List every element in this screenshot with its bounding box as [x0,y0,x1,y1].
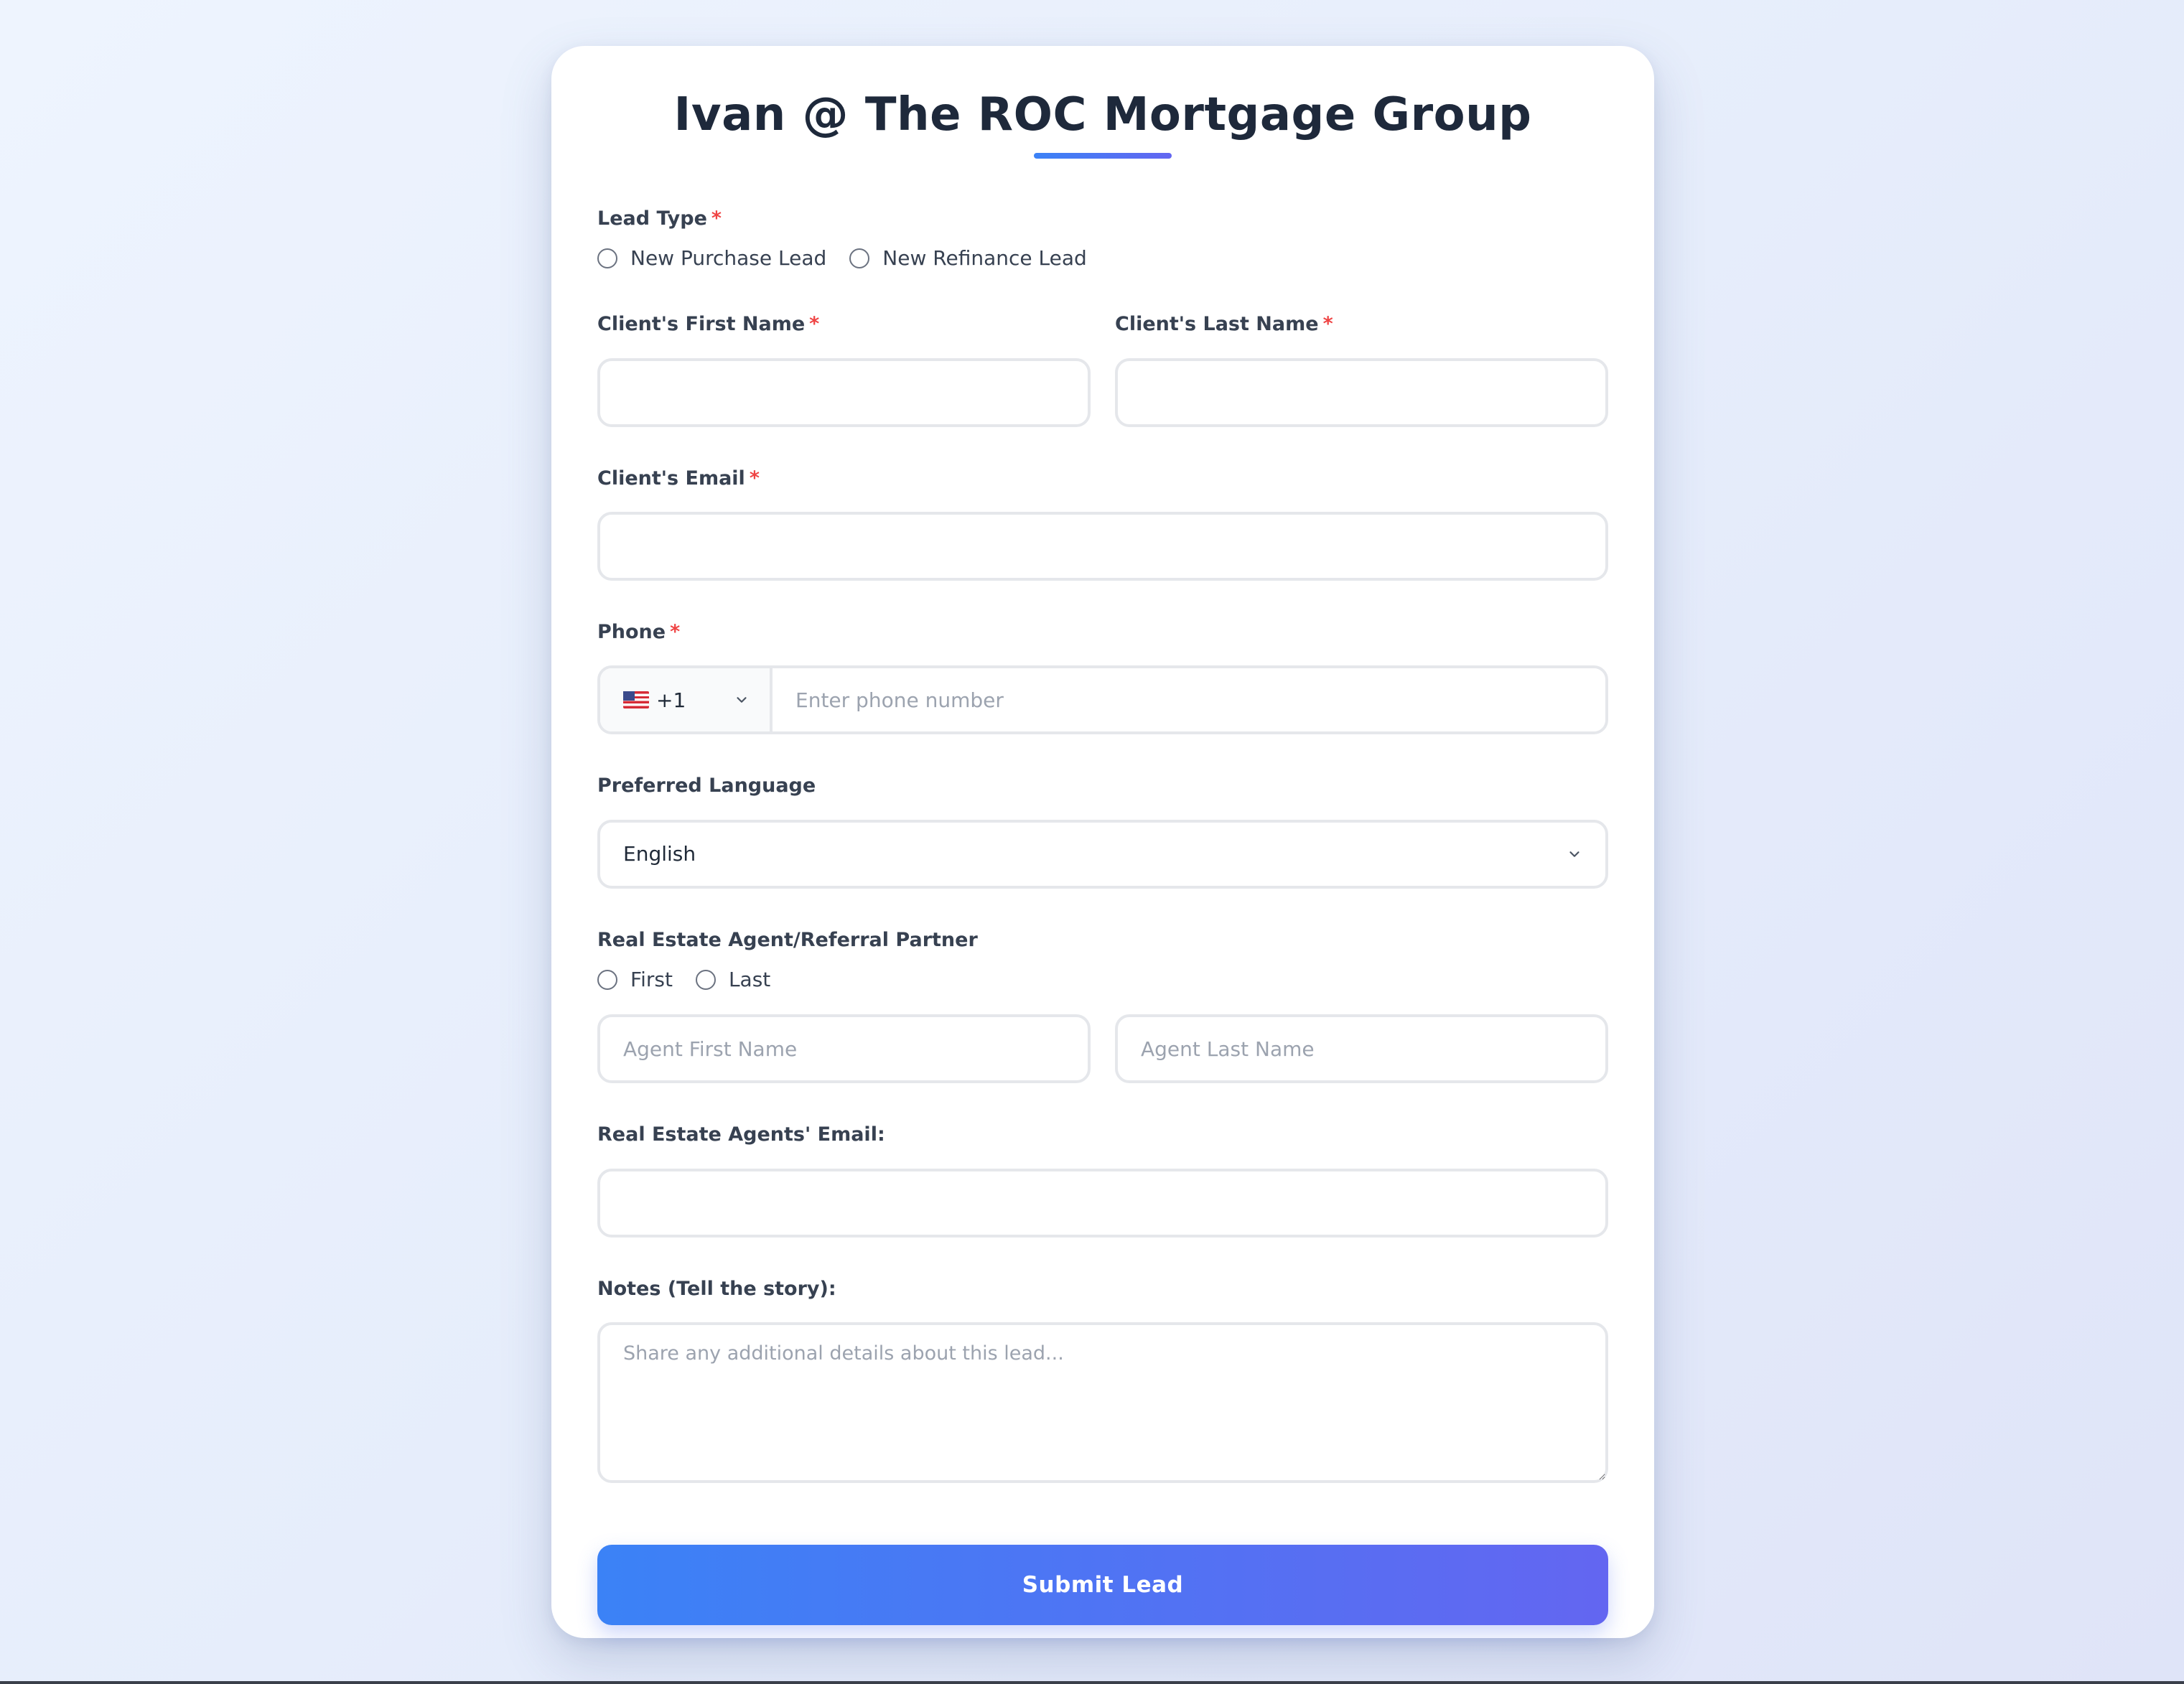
phone-field: +1 [597,665,1608,735]
notes-label: Notes (Tell the story): [597,1277,836,1300]
phone-label: Phone * [597,620,681,643]
client-first-name-label: Client's First Name * [597,313,820,336]
client-last-name-group: Client's Last Name * [1115,313,1608,427]
client-name-row: Client's First Name * Client's Last Name * [597,313,1608,427]
agent-first-name-input[interactable] [597,1014,1091,1084]
radio-label: Last [728,968,771,992]
agent-name-row [597,1014,1608,1084]
agent-last-name-input[interactable] [1115,1014,1608,1084]
us-flag-icon [623,691,649,709]
chevron-down-icon [1569,851,1579,857]
agent-first-name-col [597,1014,1091,1084]
radio-agent-first[interactable]: First [597,968,673,991]
page-title: Ivan @ The ROC Mortgage Group [673,88,1532,141]
selected-language: English [623,842,696,866]
client-email-group: Client's Email * [597,467,1608,581]
submit-row: Submit Lead [597,1544,1608,1625]
lead-form-card: Ivan @ The ROC Mortgage Group Lead Type *… [551,46,1654,1638]
country-code-select[interactable]: +1 [600,668,773,732]
preferred-language-label: Preferred Language [597,775,816,797]
notes-textarea[interactable] [597,1322,1608,1483]
phone-group: Phone * +1 [597,620,1608,735]
lead-type-label: Lead Type * [597,207,722,230]
preferred-language-select[interactable]: English [597,819,1608,889]
agent-radio-row: First Last [597,968,1608,991]
radio-circle[interactable] [849,248,870,268]
client-email-input[interactable] [597,511,1608,581]
client-first-name-group: Client's First Name * [597,313,1091,427]
radio-agent-last[interactable]: Last [695,968,771,992]
lead-type-radio-row: New Purchase Lead New Refinance Lead [597,246,1608,270]
agent-last-name-col [1115,1014,1608,1084]
radio-circle[interactable] [597,969,617,990]
agent-email-group: Real Estate Agents' Email: [597,1123,1608,1238]
agent-group: Real Estate Agent/Referral Partner First… [597,928,1608,1084]
radio-label: New Refinance Lead [882,246,1087,271]
radio-circle[interactable] [597,248,617,268]
radio-label: New Purchase Lead [630,246,827,271]
lead-type-group: Lead Type * New Purchase Lead New Refinan… [597,207,1608,270]
client-email-label: Client's Email * [597,467,760,490]
submit-lead-button[interactable]: Submit Lead [597,1544,1608,1625]
agent-label: Real Estate Agent/Referral Partner [597,928,978,951]
client-first-name-input[interactable] [597,357,1091,427]
window-bottom-border [0,1681,2184,1684]
agent-email-input[interactable] [597,1168,1608,1238]
agent-email-label: Real Estate Agents' Email: [597,1123,885,1146]
radio-circle[interactable] [695,969,716,990]
chevron-down-icon [737,697,747,703]
notes-group: Notes (Tell the story): [597,1278,1608,1483]
client-last-name-input[interactable] [1115,357,1608,427]
radio-label: First [630,968,673,992]
language-group: Preferred Language English [597,775,1608,889]
phone-number-input[interactable] [773,668,1605,732]
client-last-name-label: Client's Last Name * [1115,313,1333,336]
title-underline [1034,152,1172,159]
radio-new-refinance-lead[interactable]: New Refinance Lead [849,246,1087,271]
radio-new-purchase-lead[interactable]: New Purchase Lead [597,246,826,270]
country-dial-code: +1 [656,688,686,712]
